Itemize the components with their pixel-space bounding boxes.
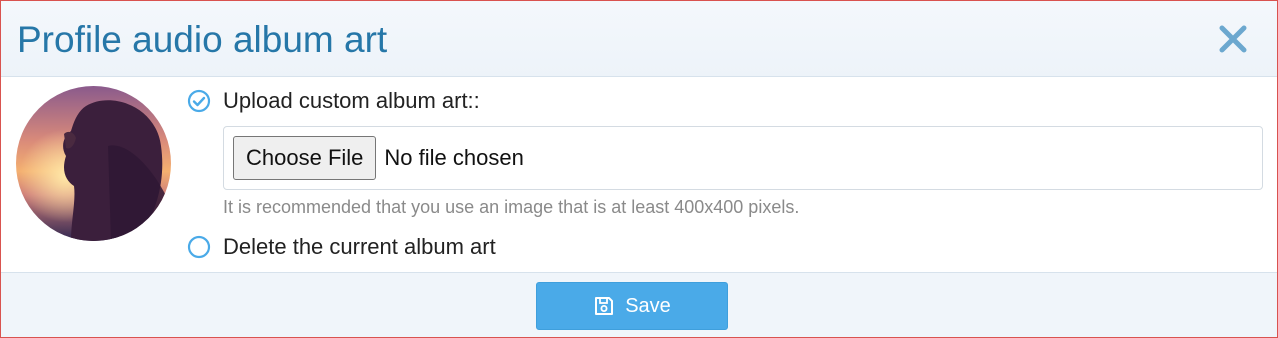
- check-circle-icon[interactable]: [187, 89, 211, 113]
- choose-file-button[interactable]: Choose File: [233, 136, 377, 180]
- delete-option-label: Delete the current album art: [223, 234, 496, 259]
- dialog-footer: Save: [1, 272, 1277, 337]
- album-art-dialog: Profile audio album art Upload custom al…: [0, 0, 1278, 338]
- save-label: Save: [625, 294, 671, 317]
- close-button[interactable]: [1217, 21, 1249, 57]
- help-text: It is recommended that you use an image …: [223, 197, 800, 217]
- radio-empty-icon[interactable]: [187, 235, 211, 259]
- save-button[interactable]: Save: [536, 282, 728, 330]
- floppy-disk-icon: [593, 295, 615, 317]
- file-status: No file chosen: [384, 145, 524, 170]
- dialog-body: Upload custom album art:: Choose File No…: [1, 78, 1277, 272]
- close-icon: [1217, 21, 1249, 57]
- dialog-header: Profile audio album art: [1, 1, 1277, 77]
- file-input[interactable]: Choose File No file chosen: [223, 126, 1263, 190]
- album-art-image: [16, 86, 171, 241]
- upload-option-label: Upload custom album art::: [223, 88, 480, 113]
- delete-option[interactable]: Delete the current album art: [187, 233, 496, 261]
- dialog-title: Profile audio album art: [17, 19, 388, 60]
- upload-option[interactable]: Upload custom album art::: [187, 87, 480, 115]
